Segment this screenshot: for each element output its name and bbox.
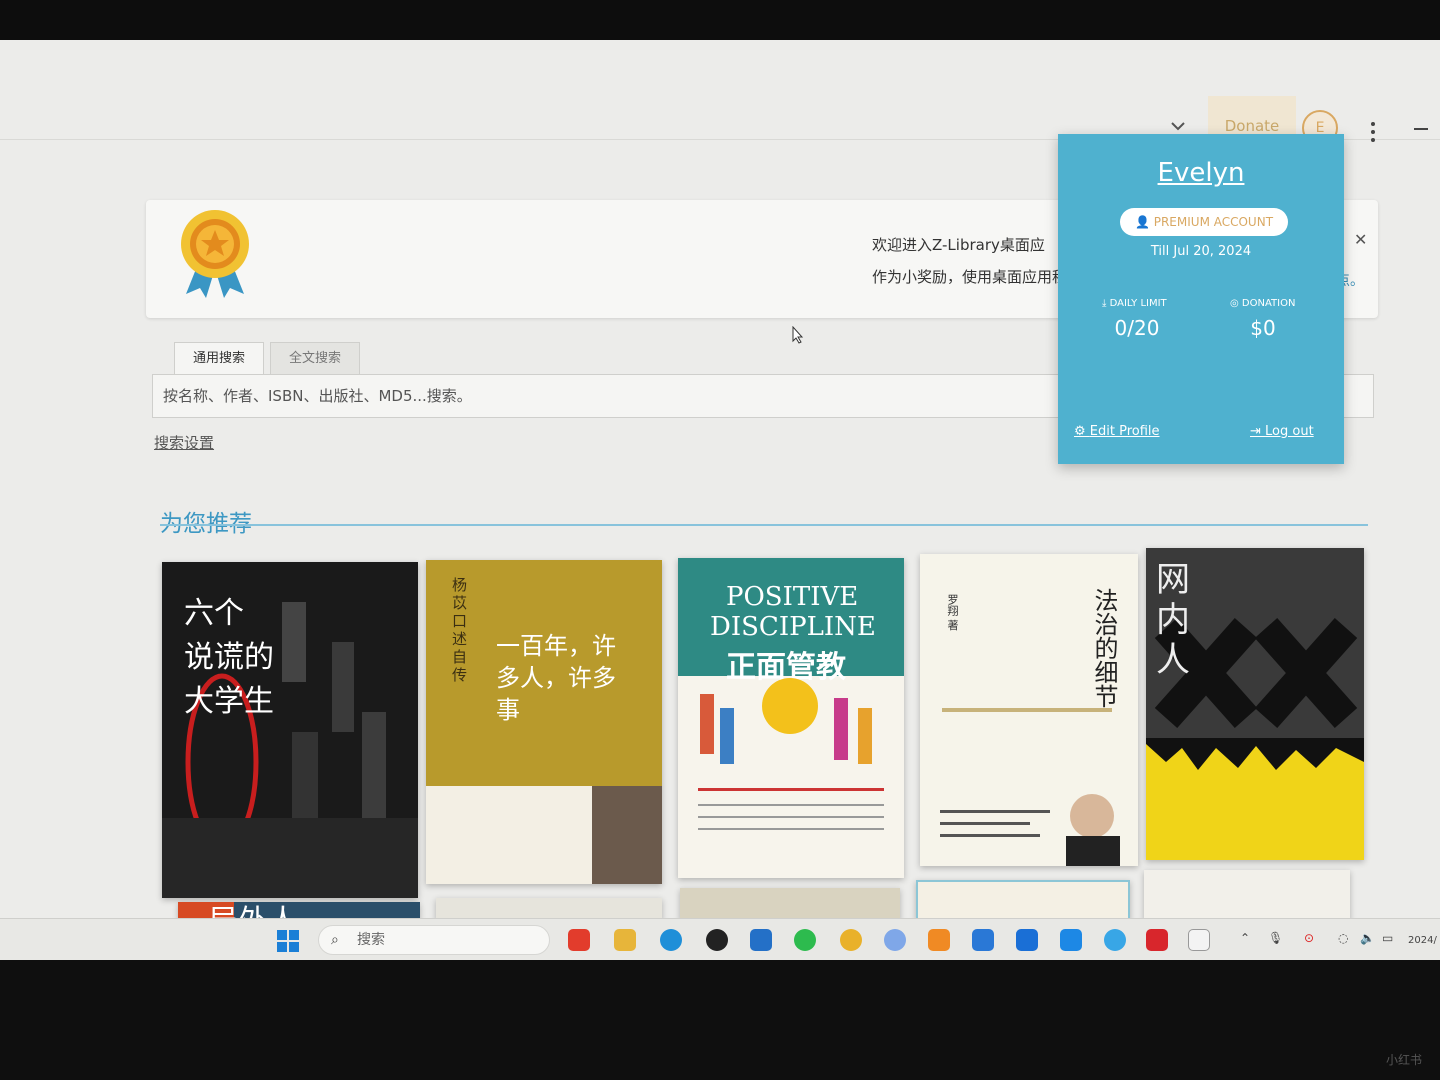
author-photo (592, 786, 662, 884)
chevron-up-icon[interactable]: ⌃ (1240, 931, 1250, 945)
search-settings-link[interactable]: 搜索设置 (154, 432, 214, 453)
more-menu-icon[interactable] (1366, 121, 1380, 143)
book-title: 六个 说谎的 大学生 (184, 596, 274, 719)
mouse-cursor-icon (792, 326, 804, 344)
chevron-down-icon[interactable] (1170, 118, 1186, 134)
app-icon-orange[interactable] (928, 929, 950, 951)
book-card[interactable] (916, 880, 1130, 920)
app-window: Donate E 欢迎进入Z-Library桌面应 作为小奖励，使用桌面应用程 … (0, 40, 1440, 960)
donation-label: ◎ DONATION (1230, 298, 1296, 309)
daily-limit-label: ⤓ DAILY LIMIT (1102, 298, 1167, 309)
volume-icon[interactable]: 🔈 (1360, 931, 1375, 945)
search-icon: ⌕ (331, 932, 339, 948)
chrome-icon[interactable] (840, 929, 862, 951)
windows-start-icon[interactable] (276, 929, 300, 953)
onedrive-icon[interactable] (972, 929, 994, 951)
daily-limit-value: 0/20 (1114, 316, 1160, 340)
tab-fulltext-search[interactable]: 全文搜索 (270, 342, 361, 374)
recommendations-divider (160, 524, 1368, 526)
book-card[interactable]: 六个 说谎的 大学生 (162, 562, 418, 898)
book-title: 一百年，许多人，许多事 (496, 632, 616, 724)
file-explorer-icon[interactable] (614, 929, 636, 951)
monitor-bezel-top (0, 0, 1440, 40)
wifi-icon[interactable]: ◌ (1338, 931, 1348, 945)
chat-icon[interactable] (1104, 929, 1126, 951)
edit-profile-link[interactable]: ⚙ Edit Profile (1074, 424, 1160, 439)
coin-icon: ◎ (1230, 298, 1242, 309)
minimize-icon[interactable] (1414, 128, 1428, 130)
store-icon[interactable] (750, 929, 772, 951)
premium-expiry: Till Jul 20, 2024 (1150, 244, 1252, 259)
book-card[interactable]: 法治的细节 罗翔 著 (920, 554, 1138, 866)
user-icon: 👤 (1134, 215, 1154, 229)
book-card[interactable]: POSITIVE DISCIPLINE 正面管教 (678, 558, 904, 878)
gear-icon: ⚙ (1074, 424, 1090, 439)
book-card[interactable] (436, 898, 662, 920)
tab-general-search[interactable]: 通用搜索 (174, 342, 265, 375)
app-icon-arrow[interactable] (1060, 929, 1082, 951)
wechat-icon[interactable] (794, 929, 816, 951)
book-card[interactable] (1144, 870, 1350, 920)
book-card[interactable]: 网内人 (1146, 548, 1364, 860)
recommendations-heading: 为您推荐 (160, 511, 252, 537)
mic-icon[interactable]: 🎙 (1268, 931, 1283, 945)
logout-icon: ⇥ (1250, 424, 1266, 439)
watermark: 小红书 (1385, 1053, 1422, 1067)
premium-badge: 👤 PREMIUM ACCOUNT (1120, 208, 1288, 236)
tray-app-icon[interactable]: ⊙ (1304, 931, 1314, 945)
taskbar-search[interactable]: ⌕ 搜索 (318, 925, 550, 955)
zlibrary-app-icon[interactable] (1188, 929, 1210, 951)
book-cover-art (698, 678, 884, 830)
qq-icon[interactable] (706, 929, 728, 951)
monitor-bezel-bottom: 小红书 (0, 960, 1440, 1080)
battery-icon[interactable]: ▭ (1382, 931, 1393, 945)
wps-icon[interactable] (1146, 929, 1168, 951)
photos-icon[interactable] (884, 929, 906, 951)
banner-welcome-text: 欢迎进入Z-Library桌面应 (872, 236, 1045, 254)
close-icon[interactable]: ✕ (1354, 230, 1367, 249)
profile-name[interactable]: Evelyn (1058, 158, 1344, 188)
book-card[interactable] (680, 888, 900, 920)
book-author-title: 杨苡口述自传 (452, 576, 468, 684)
donation-value: $0 (1250, 316, 1276, 340)
profile-popup: Evelyn 👤 PREMIUM ACCOUNT Till Jul 20, 20… (1058, 134, 1344, 464)
book-card[interactable]: 杨苡口述自传 一百年，许多人，许多事 (426, 560, 662, 884)
netease-music-icon[interactable] (568, 929, 590, 951)
app-icon-blue[interactable] (1016, 929, 1038, 951)
clock-date[interactable]: 2024/ (1408, 935, 1437, 946)
book-title: 网内人 (1156, 560, 1190, 680)
award-medal-icon (181, 210, 249, 298)
author-photo (940, 794, 1120, 866)
edge-browser-icon[interactable] (660, 929, 682, 951)
taskbar: ⌕ 搜索 ⌃ 🎙 ⊙ ◌ 🔈 ▭ 2024/ (0, 918, 1440, 960)
top-bar: Donate E (0, 66, 1440, 156)
banner-reward-text: 作为小奖励，使用桌面应用程 (872, 268, 1068, 286)
download-icon: ⤓ (1102, 298, 1110, 309)
logout-link[interactable]: ⇥ Log out (1250, 424, 1314, 439)
